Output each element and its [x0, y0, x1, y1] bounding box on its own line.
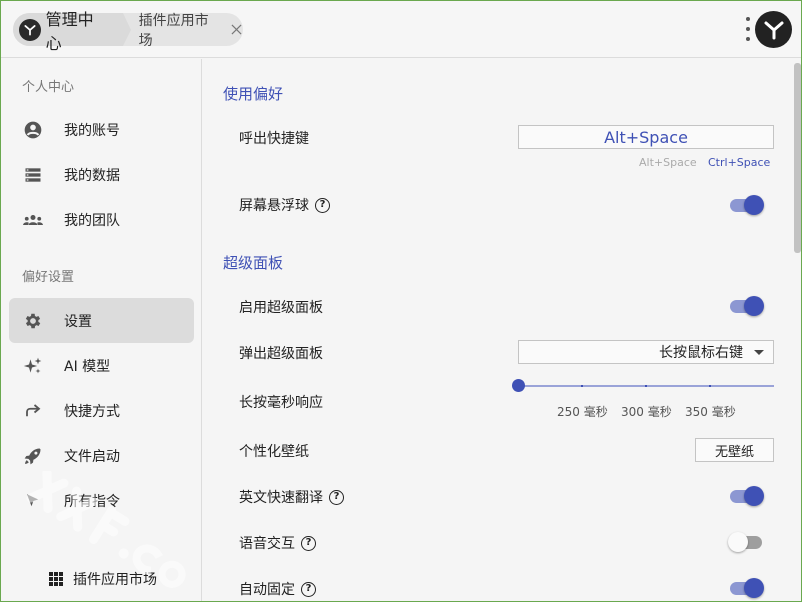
voice-label: 语音交互	[239, 536, 295, 552]
breadcrumb-tab-label: 插件应用市场	[138, 12, 209, 49]
hotkey-option-ctrl-space[interactable]: Ctrl+Space	[708, 156, 770, 169]
enable-super-toggle[interactable]	[728, 295, 764, 317]
sidebar-item-label: 插件应用市场	[73, 572, 157, 588]
help-icon[interactable]: ?	[301, 581, 316, 597]
gear-icon	[22, 310, 44, 332]
translate-row: 英文快速翻译 ?	[239, 487, 344, 507]
sidebar-item-label: 所有指令	[64, 493, 120, 510]
breadcrumb-home[interactable]: 管理中心	[13, 10, 131, 53]
sidebar-item-label: 我的数据	[64, 167, 120, 184]
autofix-label: 自动固定	[239, 582, 295, 598]
settings-panel: 使用偏好 呼出快捷键 Alt+Space Alt+Space Ctrl+Spac…	[203, 59, 801, 601]
close-icon[interactable]	[229, 23, 243, 37]
top-bar: 管理中心 插件应用市场	[1, 1, 801, 58]
autofix-toggle[interactable]	[728, 577, 764, 599]
sidebar-item-label: 快捷方式	[64, 403, 120, 420]
slider-tick	[709, 385, 711, 387]
float-ball-label: 屏幕悬浮球	[239, 198, 309, 214]
sidebar-item-ai-model[interactable]: AI 模型	[9, 343, 194, 388]
slider-thumb[interactable]	[512, 379, 525, 392]
voice-row: 语音交互 ?	[239, 533, 316, 553]
help-icon[interactable]: ?	[329, 489, 344, 505]
sidebar-item-label: 我的账号	[64, 122, 120, 139]
hotkey-option-alt-space[interactable]: Alt+Space	[639, 156, 697, 169]
popup-super-label: 弹出超级面板	[239, 346, 323, 362]
group-icon	[22, 209, 44, 231]
sidebar-item-all-commands[interactable]: 所有指令	[9, 478, 194, 523]
translate-label: 英文快速翻译	[239, 490, 323, 506]
sidebar-item-settings[interactable]: 设置	[9, 298, 194, 343]
float-ball-row: 屏幕悬浮球 ?	[239, 195, 330, 215]
long-press-slider[interactable]	[512, 379, 774, 392]
help-icon[interactable]: ?	[315, 197, 330, 213]
cursor-icon	[22, 490, 44, 512]
sparkle-icon	[22, 355, 44, 377]
enable-super-label: 启用超级面板	[239, 300, 323, 316]
sidebar-item-data[interactable]: 我的数据	[9, 152, 194, 197]
grid-apps-icon	[49, 572, 63, 586]
app-window: 管理中心 插件应用市场 个人中心 我的账号 我的数据 我的团队 偏好设置 设置 …	[0, 0, 802, 602]
float-ball-toggle[interactable]	[728, 194, 764, 216]
main-scrollbar[interactable]	[794, 59, 801, 601]
user-avatar-logo-icon[interactable]	[755, 11, 792, 48]
wallpaper-label: 个性化壁纸	[239, 444, 309, 460]
chevron-down-icon	[754, 350, 764, 355]
sidebar-item-plugin-market[interactable]: 插件应用市场	[49, 569, 157, 589]
hotkey-input[interactable]: Alt+Space	[518, 125, 774, 149]
breadcrumb-home-label: 管理中心	[45, 9, 94, 53]
sidebar-item-label: AI 模型	[64, 358, 111, 375]
breadcrumb: 管理中心 插件应用市场	[13, 10, 243, 53]
popup-super-select[interactable]: 长按鼠标右键	[518, 340, 774, 364]
sidebar-item-label: 文件启动	[64, 448, 120, 465]
more-menu-icon[interactable]	[745, 17, 751, 41]
popup-super-value: 长按鼠标右键	[659, 345, 743, 361]
scrollbar-thumb[interactable]	[794, 63, 801, 253]
sidebar-item-file-launch[interactable]: 文件启动	[9, 433, 194, 478]
sidebar-section-prefs: 偏好设置	[22, 270, 75, 285]
rocket-icon	[22, 445, 44, 467]
sidebar-item-account[interactable]: 我的账号	[9, 107, 194, 152]
app-logo-icon	[19, 18, 41, 41]
sidebar-item-shortcuts[interactable]: 快捷方式	[9, 388, 194, 433]
autofix-row: 自动固定 ?	[239, 579, 316, 599]
share-arrow-icon	[22, 400, 44, 422]
slider-mark-300: 300 毫秒	[621, 405, 672, 419]
breadcrumb-tab[interactable]: 插件应用市场	[123, 10, 243, 50]
sidebar-item-label: 我的团队	[64, 212, 120, 229]
slider-mark-350: 350 毫秒	[685, 405, 736, 419]
slider-mark-250: 250 毫秒	[557, 405, 608, 419]
sidebar-section-personal: 个人中心	[22, 80, 75, 95]
hotkey-label: 呼出快捷键	[239, 131, 309, 147]
voice-toggle[interactable]	[728, 531, 764, 553]
slider-tick	[581, 385, 583, 387]
storage-list-icon	[22, 164, 44, 186]
group-title-super-panel: 超级面板	[223, 254, 284, 272]
sidebar: 个人中心 我的账号 我的数据 我的团队 偏好设置 设置 AI 模型 快捷方式 文…	[1, 59, 202, 601]
group-title-prefs: 使用偏好	[223, 85, 284, 103]
slider-tick	[645, 385, 647, 387]
sidebar-item-label: 设置	[64, 313, 92, 330]
sidebar-item-team[interactable]: 我的团队	[9, 197, 194, 242]
wallpaper-button[interactable]: 无壁纸	[695, 438, 774, 462]
translate-toggle[interactable]	[728, 485, 764, 507]
help-icon[interactable]: ?	[301, 535, 316, 551]
long-press-label: 长按毫秒响应	[239, 395, 323, 411]
account-circle-icon	[22, 119, 44, 141]
